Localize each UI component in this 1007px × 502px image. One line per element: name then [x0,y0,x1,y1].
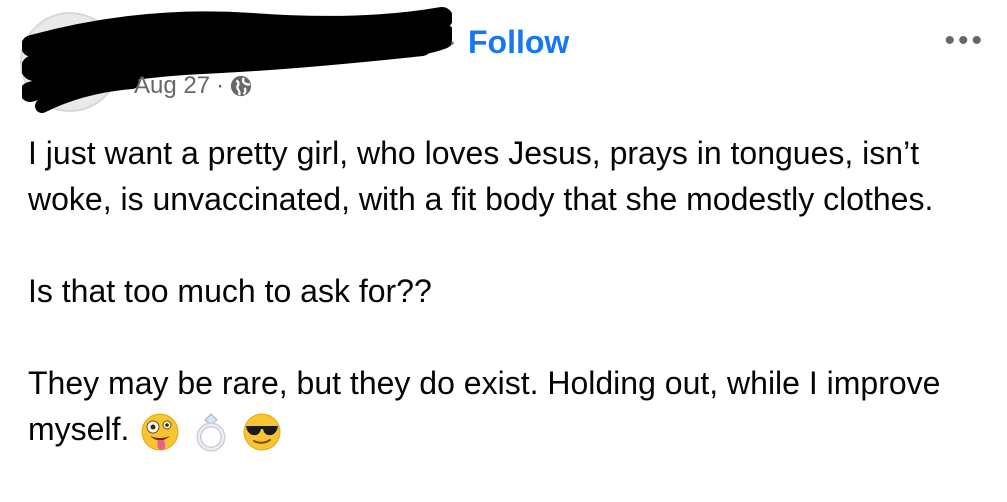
globe-icon[interactable] [230,75,252,97]
post-paragraph-3: They may be rare, but they do exist. Hol… [28,360,988,452]
follow-button[interactable]: Follow [468,24,569,61]
sunglasses-face-emoji [243,413,281,451]
header-separator: · [448,26,457,56]
post-body: I just want a pretty girl, who loves Jes… [28,130,988,452]
more-options-icon[interactable]: ••• [944,24,985,58]
ring-emoji [196,412,226,452]
post-paragraph-2: Is that too much to ask for?? [28,273,432,309]
zany-face-emoji [141,413,179,451]
meta-separator: · [216,72,225,99]
post-date[interactable]: Aug 27 [134,72,210,100]
post-paragraph-1: I just want a pretty girl, who loves Jes… [28,135,934,217]
post-meta: Aug 27 · [134,72,252,100]
